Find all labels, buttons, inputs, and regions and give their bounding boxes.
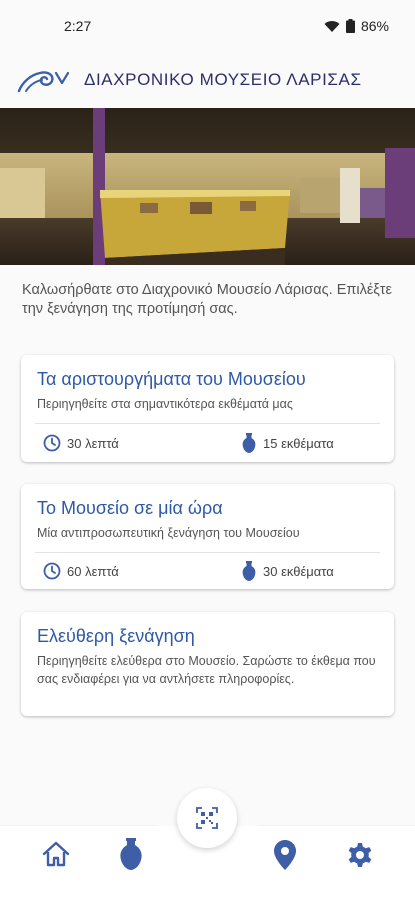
tour-title[interactable]: Ελεύθερη ξενάγηση [21, 612, 394, 647]
battery-icon [345, 19, 355, 33]
status-time: 2:27 [64, 18, 92, 34]
tour-exhibits: 15 εκθέματα [241, 433, 334, 453]
tour-card-masterpieces[interactable]: Τα αριστουργήματα του Μουσείου Περιηγηθε… [21, 355, 394, 462]
tour-description: Μία αντιπροσωπευτική ξενάγηση του Μουσεί… [37, 526, 300, 540]
home-icon[interactable] [42, 841, 70, 867]
amphora-icon[interactable] [118, 838, 144, 870]
museum-interior-photo [0, 108, 415, 265]
location-pin-icon[interactable] [274, 840, 296, 870]
clock-icon [43, 434, 61, 452]
tour-duration: 60 λεπτά [43, 562, 119, 580]
duration-label: 60 λεπτά [67, 563, 119, 579]
status-bar: 2:27 86% [0, 0, 415, 52]
amphora-icon [242, 433, 256, 453]
gear-icon[interactable] [346, 841, 374, 869]
status-icons: 86% [324, 18, 389, 34]
tour-description: Περιηγηθείτε στα σημαντικότερα εκθέματά … [37, 397, 293, 411]
tour-title[interactable]: Το Μουσείο σε μία ώρα [21, 484, 394, 519]
app-header: ΔΙΑΧΡΟΝΙΚΟ ΜΟΥΣΕΙΟ ΛΑΡΙΣΑΣ [0, 52, 415, 108]
app-title: ΔΙΑΧΡΟΝΙΚΟ ΜΟΥΣΕΙΟ ΛΑΡΙΣΑΣ [84, 70, 362, 89]
duration-label: 30 λεπτά [67, 435, 119, 451]
battery-level: 86% [360, 18, 389, 34]
wifi-icon [324, 20, 340, 32]
tour-duration: 30 λεπτά [43, 434, 119, 452]
exhibits-label: 30 εκθέματα [263, 563, 334, 579]
museum-hero-image [0, 108, 415, 265]
scan-button[interactable] [177, 788, 237, 848]
card-divider [35, 552, 380, 553]
tour-card-free[interactable]: Ελεύθερη ξενάγηση Περιηγηθείτε ελεύθερα … [21, 612, 394, 716]
clock-icon [43, 562, 61, 580]
tour-description: Περιηγηθείτε ελεύθερα στο Μουσείο. Σαρώσ… [37, 654, 376, 686]
qr-scan-icon [196, 807, 218, 829]
card-divider [35, 423, 380, 424]
intro-text: Καλωσήρθατε στο Διαχρονικό Μουσείο Λάρισ… [22, 282, 392, 318]
tour-title[interactable]: Τα αριστουργήματα του Μουσείου [21, 355, 394, 390]
tour-card-one-hour[interactable]: Το Μουσείο σε μία ώρα Μία αντιπροσωπευτι… [21, 484, 394, 589]
exhibits-label: 15 εκθέματα [263, 435, 334, 451]
museum-logo [17, 71, 70, 93]
amphora-icon [242, 561, 256, 581]
tour-exhibits: 30 εκθέματα [241, 561, 334, 581]
